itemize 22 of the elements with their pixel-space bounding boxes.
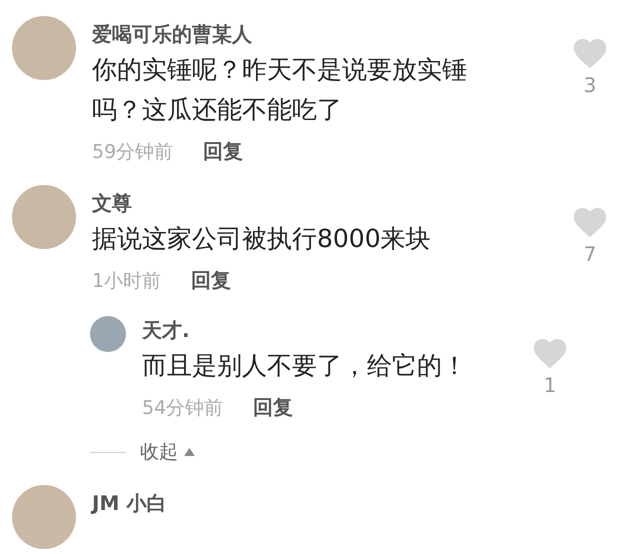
avatar[interactable] [90, 316, 126, 352]
comment-text: 据说这家公司被执行8000来块 [92, 223, 432, 255]
reply-link[interactable]: 回复 [203, 138, 244, 165]
username[interactable]: 爱喝可乐的曹某人 [92, 20, 570, 48]
timestamp: 54分钟前 [142, 396, 224, 420]
comment-text: 而且是别人不要了，给它的！ [142, 350, 468, 382]
timestamp: 1小时前 [92, 268, 162, 294]
heart-icon[interactable] [573, 38, 607, 69]
username[interactable]: 文尊 [92, 189, 570, 217]
reply-link[interactable]: 回复 [253, 394, 294, 421]
like-count: 7 [584, 242, 596, 266]
heart-icon[interactable] [533, 338, 567, 369]
username[interactable]: JM 小白 [92, 489, 610, 517]
like-count: 3 [584, 73, 596, 97]
reply-link[interactable]: 回复 [191, 267, 232, 294]
caret-up-icon[interactable] [184, 448, 195, 456]
timestamp: 59分钟前 [92, 140, 174, 164]
heart-icon[interactable] [573, 207, 607, 238]
like-count: 1 [544, 373, 556, 397]
comment-text: 你的实锤呢？昨天不是说要放实锤吗？这瓜还能不能吃了 [92, 54, 468, 126]
collapse-link[interactable]: 收起 [140, 439, 178, 465]
username: 天才. [142, 317, 191, 344]
